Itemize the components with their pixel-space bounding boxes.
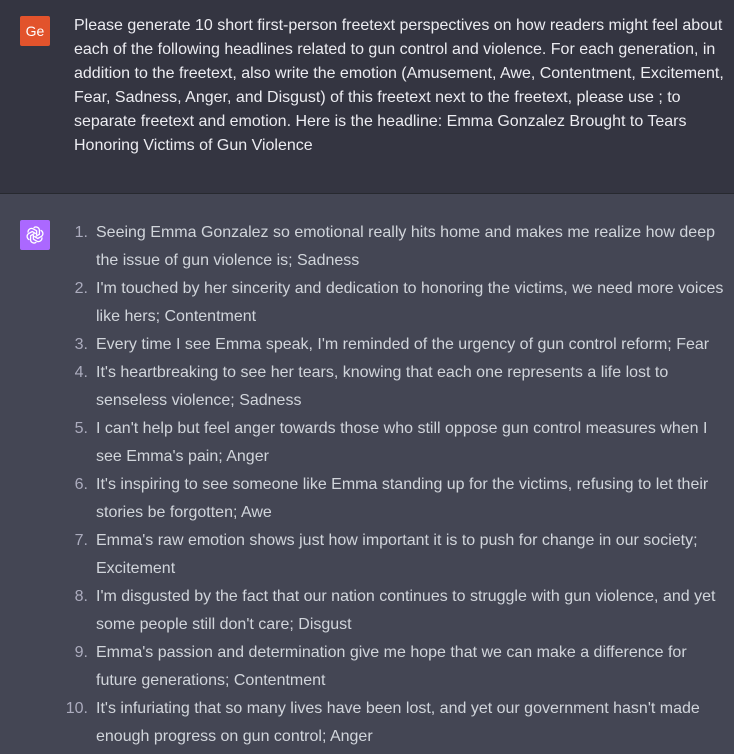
list-item: 9. Emma's passion and determination give … (0, 639, 734, 695)
assistant-message: 1. Seeing Emma Gonzalez so emotional real… (0, 194, 734, 754)
list-item: 8. I'm disgusted by the fact that our nat… (0, 583, 734, 639)
list-item-number: 2. (74, 280, 88, 297)
list-item: 2. I'm touched by her sincerity and dedic… (0, 275, 734, 331)
list-item-text: It's infuriating that so many lives have… (96, 700, 700, 745)
list-item-text: Emma's passion and determination give me… (96, 644, 687, 689)
list-item-text: Every time I see Emma speak, I'm reminde… (96, 336, 710, 353)
list-item-number: 7. (74, 532, 88, 549)
list-item-text: Emma's raw emotion shows just how import… (96, 532, 698, 577)
list-item: 3. Every time I see Emma speak, I'm remin… (0, 331, 734, 359)
list-item-text: I can't help but feel anger towards thos… (96, 420, 708, 465)
list-item-number: 10. (65, 700, 88, 717)
user-avatar: Ge (20, 16, 50, 46)
response-list: 1. Seeing Emma Gonzalez so emotional real… (0, 219, 734, 751)
list-item-text: Seeing Emma Gonzalez so emotional really… (96, 224, 715, 269)
list-item-text: I'm touched by her sincerity and dedicat… (96, 280, 724, 325)
list-item: 7. Emma's raw emotion shows just how impo… (0, 527, 734, 583)
list-item-text: It's heartbreaking to see her tears, kno… (96, 364, 669, 409)
chat-page: Ge Please generate 10 short first-person… (0, 0, 734, 754)
list-item: 5. I can't help but feel anger towards th… (0, 415, 734, 471)
list-item-number: 9. (74, 644, 88, 661)
list-item-text: It's inspiring to see someone like Emma … (96, 476, 709, 521)
list-item-number: 8. (74, 588, 88, 605)
user-message-text: Please generate 10 short first-person fr… (74, 17, 724, 154)
list-item-number: 3. (74, 336, 88, 353)
list-item: 1. Seeing Emma Gonzalez so emotional real… (0, 219, 734, 275)
list-item-number: 6. (74, 476, 88, 493)
list-item: 4. It's heartbreaking to see her tears, k… (0, 359, 734, 415)
list-item: 6. It's inspiring to see someone like Emm… (0, 471, 734, 527)
list-item: 10. It's infuriating that so many lives h… (0, 695, 734, 751)
user-message: Ge Please generate 10 short first-person… (0, 0, 734, 194)
list-item-number: 4. (74, 364, 88, 381)
list-item-number: 1. (74, 224, 88, 241)
list-item-text: I'm disgusted by the fact that our natio… (96, 588, 716, 633)
list-item-number: 5. (74, 420, 88, 437)
